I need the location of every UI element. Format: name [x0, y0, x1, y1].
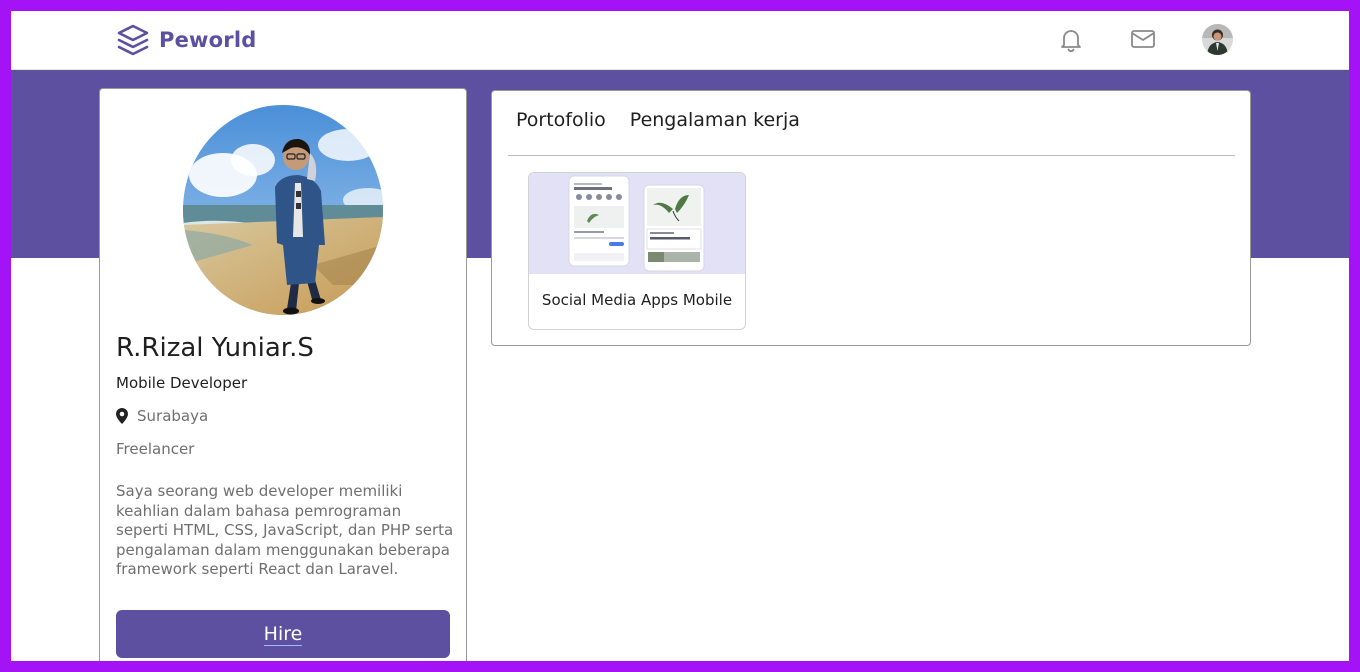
tabs-divider: [508, 155, 1235, 156]
avatar-image: [1202, 24, 1233, 55]
hire-button[interactable]: Hire: [116, 610, 450, 658]
brand-name: Peworld: [159, 28, 257, 52]
profile-name: R.Rizal Yuniar.S: [116, 333, 314, 363]
location-text: Surabaya: [137, 407, 209, 425]
portfolio-thumbnail: [529, 173, 745, 274]
map-pin-icon: [116, 408, 128, 424]
profile-photo: [183, 105, 383, 315]
hire-button-label: Hire: [263, 623, 303, 646]
profile-status: Freelancer: [116, 440, 195, 458]
tab-work-experience[interactable]: Pengalaman kerja: [630, 109, 800, 131]
profile-bio: Saya seorang web developer memiliki keah…: [116, 482, 454, 578]
mail-icon[interactable]: [1130, 29, 1156, 49]
profile-job-title: Mobile Developer: [116, 374, 248, 392]
brand-logo[interactable]: Peworld: [116, 21, 256, 59]
profile-tabs: Portofolio Pengalaman kerja: [516, 109, 800, 131]
portfolio-card: Portofolio Pengalaman kerja Social Media…: [491, 90, 1251, 346]
tab-portfolio[interactable]: Portofolio: [516, 109, 606, 131]
top-navbar: Peworld: [11, 11, 1349, 70]
bell-icon[interactable]: [1059, 27, 1083, 53]
portfolio-item-title: Social Media Apps Mobile: [541, 291, 733, 309]
portfolio-item[interactable]: Social Media Apps Mobile: [528, 172, 746, 330]
app-viewport: Peworld R.Rizal Yuniar.S Mobile Develope…: [11, 11, 1349, 661]
profile-location: Surabaya: [116, 407, 208, 425]
profile-card: R.Rizal Yuniar.S Mobile Developer Suraba…: [99, 88, 467, 661]
user-avatar[interactable]: [1202, 24, 1233, 55]
layers-logo-icon: [117, 24, 149, 56]
